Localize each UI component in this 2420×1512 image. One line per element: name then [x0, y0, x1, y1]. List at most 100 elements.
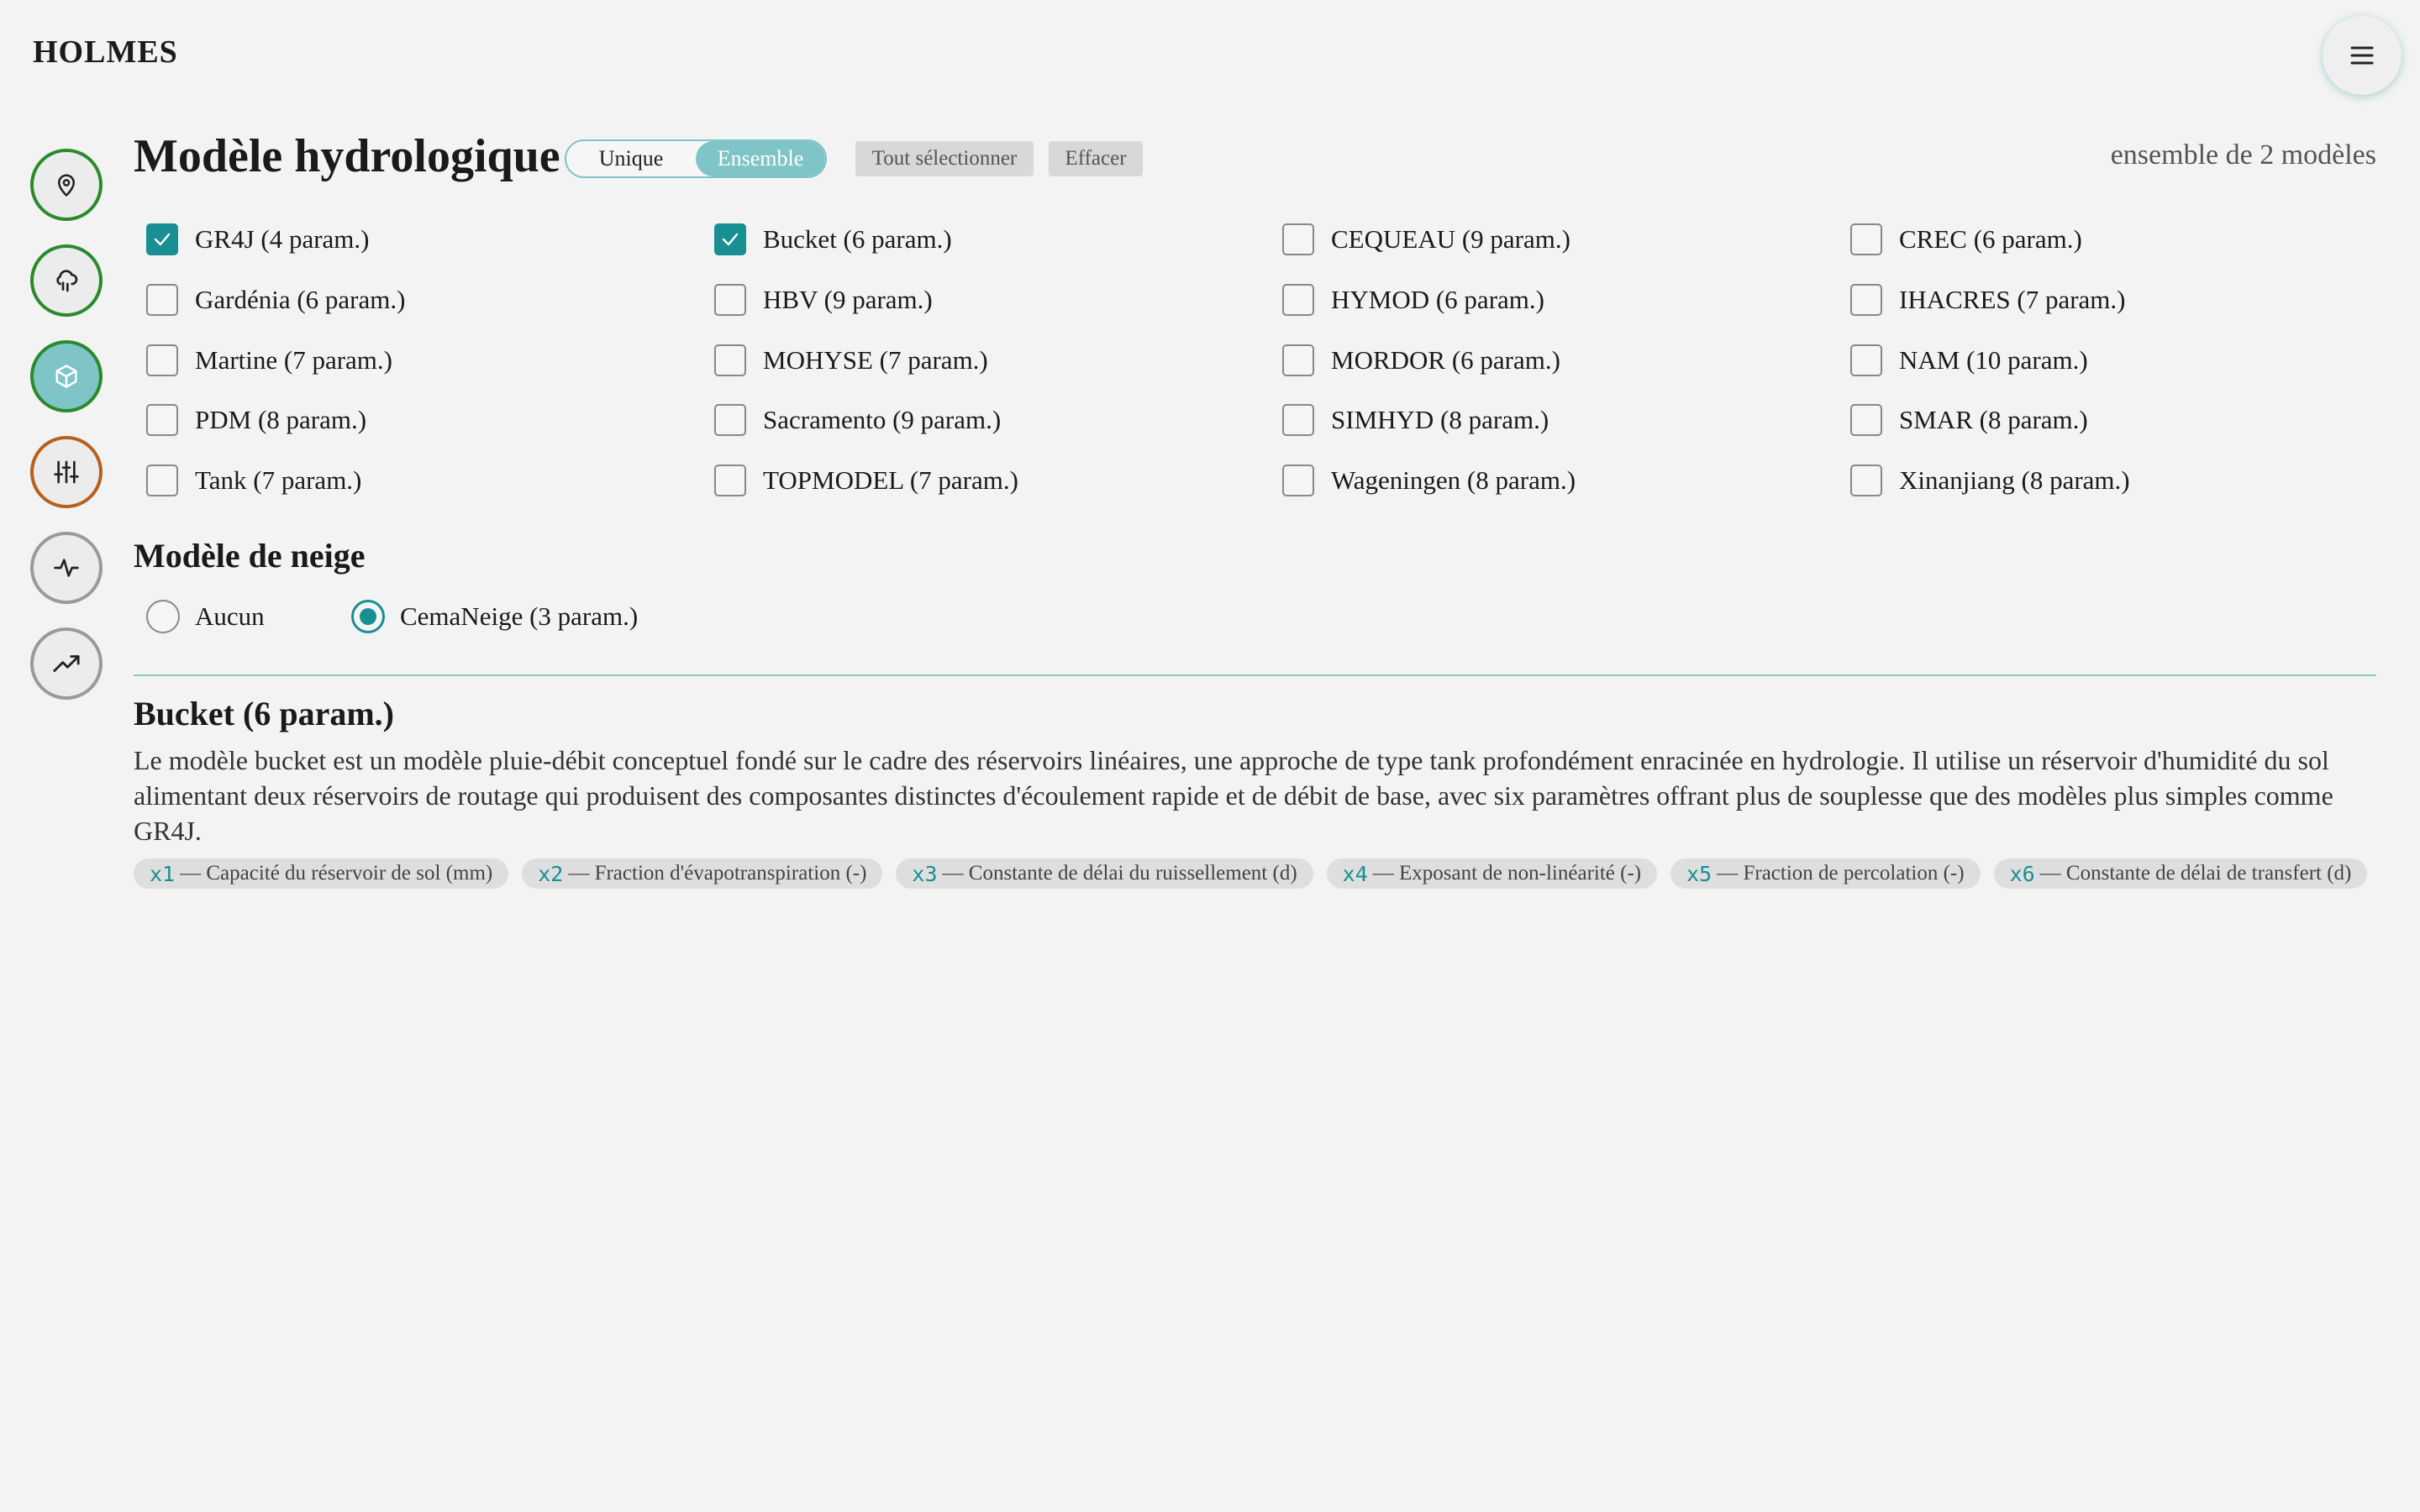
model-option[interactable]: IHACRES (7 param.) — [1850, 284, 2125, 316]
model-option[interactable]: Bucket (6 param.) — [714, 223, 952, 255]
model-option[interactable]: Gardénia (6 param.) — [146, 284, 405, 316]
trending-up-icon — [53, 655, 80, 672]
checkbox — [1850, 223, 1882, 255]
model-option[interactable]: Wageningen (8 param.) — [1282, 465, 1576, 496]
model-option[interactable]: Martine (7 param.) — [146, 344, 392, 376]
model-option-label: Tank (7 param.) — [195, 465, 362, 495]
mode-toggle: Unique Ensemble — [565, 139, 827, 178]
checkbox — [1282, 404, 1314, 436]
model-option[interactable]: SIMHYD (8 param.) — [1282, 404, 1549, 436]
model-option[interactable]: SMAR (8 param.) — [1850, 404, 2088, 436]
snow-option-none[interactable]: Aucun — [146, 600, 265, 633]
model-option-label: Gardénia (6 param.) — [195, 285, 406, 314]
check-icon — [154, 233, 171, 246]
model-option-label: PDM (8 param.) — [195, 405, 367, 434]
checkbox — [146, 284, 178, 316]
model-detail-description: Le modèle bucket est un modèle pluie-déb… — [134, 745, 2333, 846]
model-option-label: NAM (10 param.) — [1899, 345, 2088, 375]
menu-button[interactable] — [2323, 16, 2402, 95]
cube-icon — [55, 365, 77, 388]
model-option-label: Bucket (6 param.) — [763, 224, 952, 254]
checkbox — [1850, 344, 1882, 376]
model-option[interactable]: HBV (9 param.) — [714, 284, 933, 316]
radio-button — [146, 600, 180, 633]
parameter-description: — Capacité du réservoir de sol (mm) — [180, 862, 493, 885]
mode-single-option[interactable]: Unique — [566, 141, 696, 176]
activity-icon — [54, 559, 79, 577]
model-option[interactable]: Xinanjiang (8 param.) — [1850, 465, 2130, 496]
parameter-list: x1— Capacité du réservoir de sol (mm) x2—… — [134, 858, 2376, 889]
model-option[interactable]: CREC (6 param.) — [1850, 223, 2082, 255]
model-option[interactable]: HYMOD (6 param.) — [1282, 284, 1544, 316]
select-all-button[interactable]: Tout sélectionner — [855, 141, 1034, 176]
model-option-label: HYMOD (6 param.) — [1331, 285, 1544, 314]
parameter-key: x6 — [2009, 861, 2035, 886]
snow-option-label: Aucun — [195, 601, 265, 631]
sidebar-item-model[interactable] — [30, 340, 103, 412]
parameter-description: — Fraction d'évapotranspiration (-) — [568, 862, 867, 885]
model-option-label: Martine (7 param.) — [195, 345, 392, 375]
checkbox — [146, 465, 178, 496]
model-option[interactable]: MORDOR (6 param.) — [1282, 344, 1560, 376]
parameter-chip: x5— Fraction de percolation (-) — [1670, 858, 1981, 889]
model-option-label: Sacramento (9 param.) — [763, 405, 1002, 434]
sidebar-item-weather[interactable] — [30, 244, 103, 317]
model-detail-title: Bucket (6 param.) — [134, 695, 394, 732]
sidebar-item-simulation[interactable] — [30, 532, 103, 604]
ensemble-count-label: ensemble de 2 modèles — [2110, 139, 2376, 171]
checkbox — [1282, 465, 1314, 496]
model-option[interactable]: NAM (10 param.) — [1850, 344, 2088, 376]
model-option-label: SIMHYD (8 param.) — [1331, 405, 1549, 434]
checkbox — [714, 404, 746, 436]
sidebar-item-projection[interactable] — [30, 627, 103, 700]
app-root: HOLMES Modèle hydrologique Unique Ensemb… — [0, 0, 2420, 1512]
model-option-label: CREC (6 param.) — [1899, 224, 2082, 254]
model-option[interactable]: Sacramento (9 param.) — [714, 404, 1001, 436]
model-option-label: Wageningen (8 param.) — [1331, 465, 1576, 495]
snow-option-label: CemaNeige (3 param.) — [400, 601, 639, 631]
menu-icon — [2350, 46, 2374, 65]
parameter-chip: x4— Exposant de non-linéarité (-) — [1326, 858, 1658, 889]
radio-button-selected — [351, 600, 385, 633]
parameter-chip: x3— Constante de délai du ruissellement … — [896, 858, 1313, 889]
model-option[interactable]: Tank (7 param.) — [146, 465, 361, 496]
checkbox — [1282, 344, 1314, 376]
clear-button[interactable]: Effacer — [1049, 141, 1143, 176]
location-pin-icon — [58, 174, 75, 197]
checkbox — [146, 344, 178, 376]
model-option-label: IHACRES (7 param.) — [1899, 285, 2126, 314]
parameter-description: — Exposant de non-linéarité (-) — [1372, 862, 1642, 885]
snow-model-title: Modèle de neige — [134, 537, 366, 575]
snow-option-cemaneige[interactable]: CemaNeige (3 param.) — [351, 600, 638, 633]
checkbox — [1850, 465, 1882, 496]
model-option[interactable]: PDM (8 param.) — [146, 404, 366, 436]
app-title: HOLMES — [33, 34, 178, 70]
checkbox-checked — [714, 223, 746, 255]
parameter-chip: x1— Capacité du réservoir de sol (mm) — [134, 858, 509, 889]
model-option[interactable]: MOHYSE (7 param.) — [714, 344, 988, 376]
model-option[interactable]: CEQUEAU (9 param.) — [1282, 223, 1570, 255]
cloud-rain-icon — [56, 270, 78, 292]
hydro-model-title: Modèle hydrologique — [134, 130, 560, 182]
parameter-description: — Fraction de percolation (-) — [1717, 862, 1965, 885]
model-option-label: SMAR (8 param.) — [1899, 405, 2088, 434]
sidebar-item-calibration[interactable] — [30, 436, 103, 508]
checkbox — [1850, 284, 1882, 316]
model-option[interactable]: TOPMODEL (7 param.) — [714, 465, 1018, 496]
parameter-key: x3 — [912, 861, 938, 886]
parameter-description: — Constante de délai du ruissellement (d… — [942, 862, 1297, 885]
parameter-key: x1 — [150, 861, 176, 886]
sliders-icon — [54, 460, 79, 484]
checkbox — [1850, 404, 1882, 436]
model-option-label: TOPMODEL (7 param.) — [763, 465, 1018, 495]
parameter-key: x5 — [1686, 861, 1712, 886]
mode-ensemble-option[interactable]: Ensemble — [696, 141, 825, 176]
sidebar-item-location[interactable] — [30, 149, 103, 221]
checkbox — [714, 284, 746, 316]
model-option-label: HBV (9 param.) — [763, 285, 933, 314]
checkbox — [714, 344, 746, 376]
model-option-label: GR4J (4 param.) — [195, 224, 370, 254]
model-option[interactable]: GR4J (4 param.) — [146, 223, 369, 255]
checkbox — [714, 465, 746, 496]
check-icon — [722, 233, 739, 246]
